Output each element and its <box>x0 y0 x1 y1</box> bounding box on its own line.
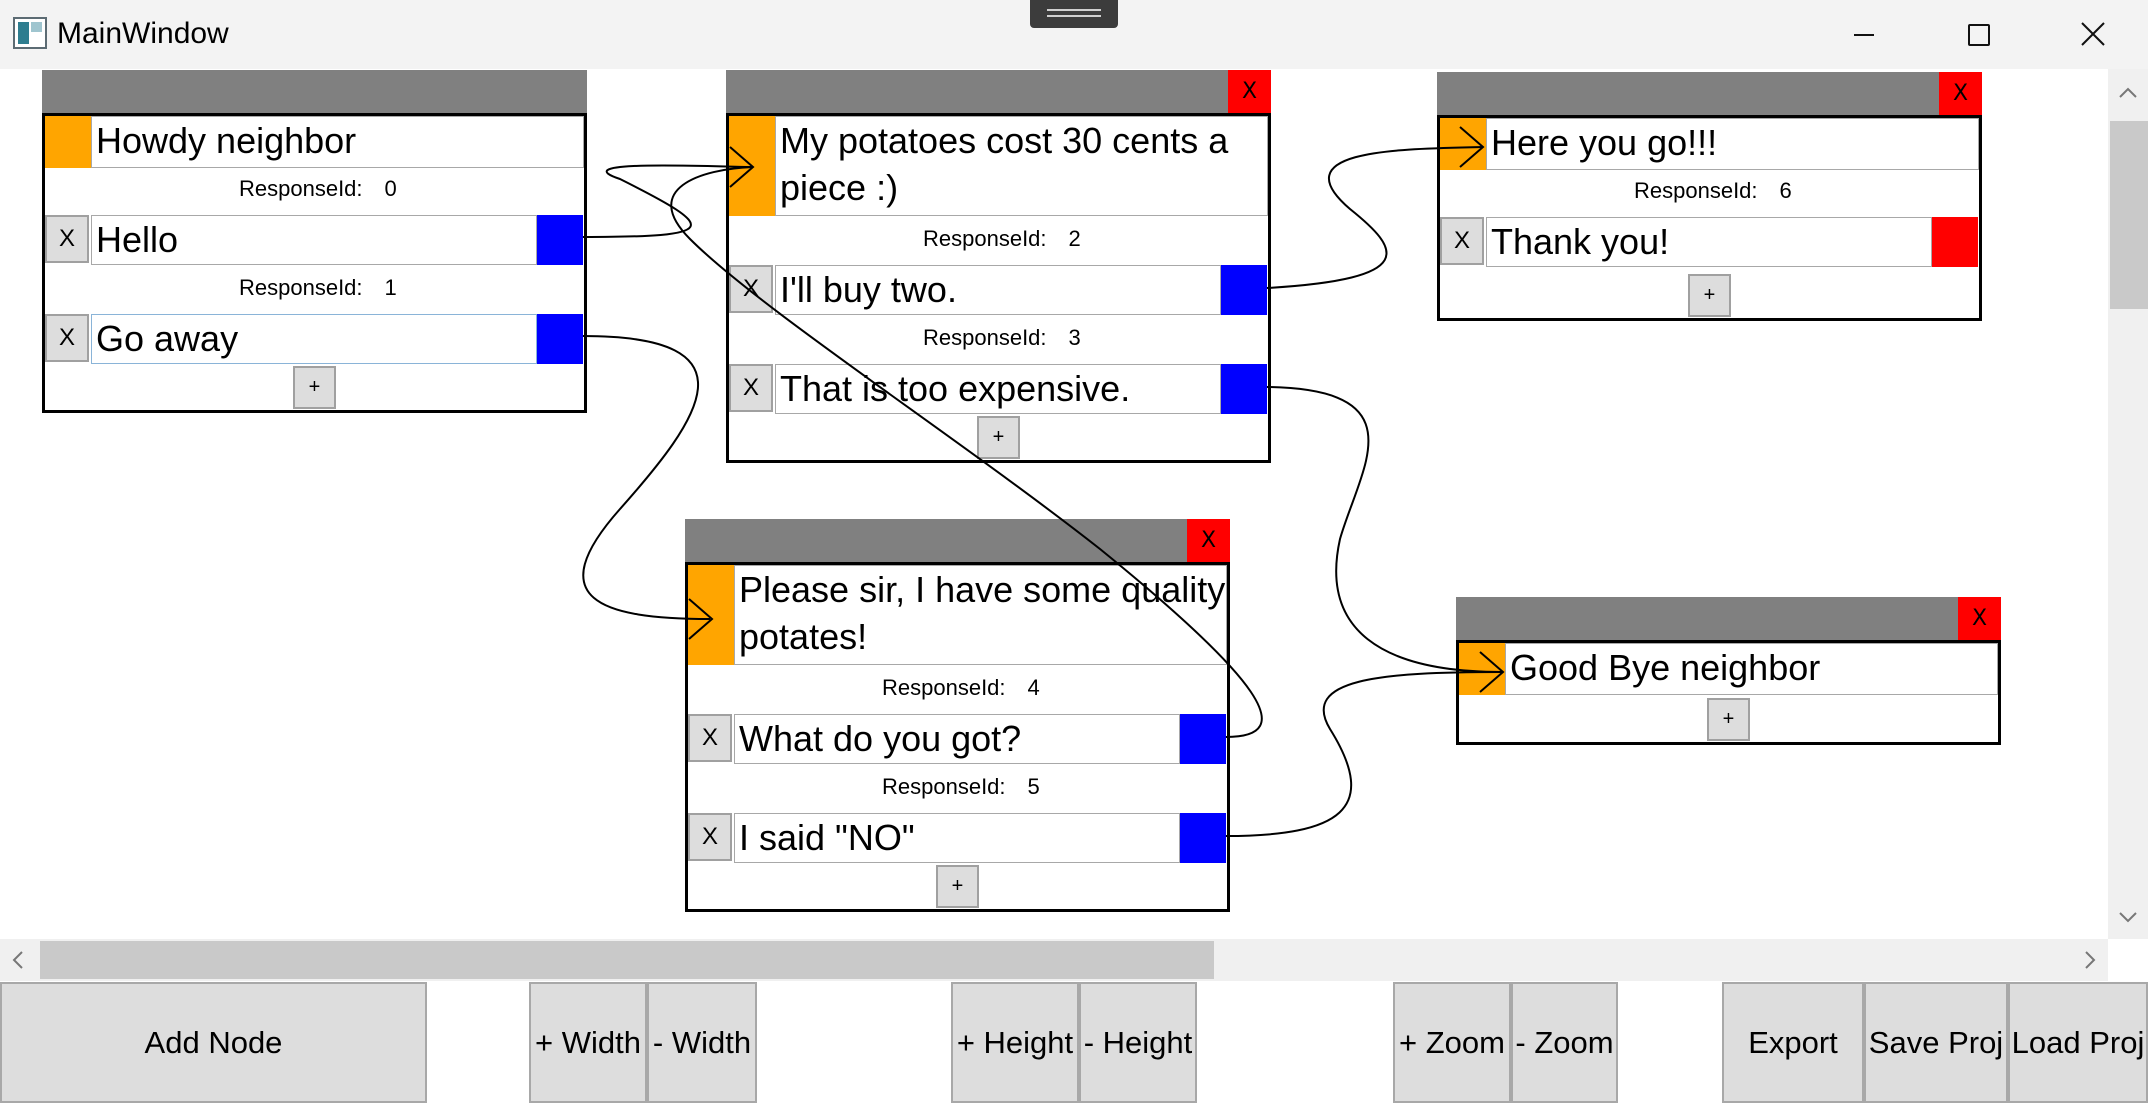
zoom-out-button[interactable]: - Zoom <box>1511 982 1618 1103</box>
prompt-text[interactable]: Good Bye neighbor <box>1505 643 1998 695</box>
decrease-height-button[interactable]: - Height <box>1079 982 1197 1103</box>
bottom-toolbar: Add Node + Width - Width + Height - Heig… <box>0 981 2148 1103</box>
add-node-button[interactable]: Add Node <box>0 982 427 1103</box>
minimize-icon <box>1854 34 1874 36</box>
node-header[interactable] <box>1456 597 2001 642</box>
horizontal-scrollbar[interactable] <box>0 939 2108 981</box>
response-id-label: ResponseId: 2 <box>923 226 1081 251</box>
delete-node-button[interactable]: X <box>1958 597 2001 640</box>
response-text[interactable]: Thank you! <box>1486 217 1932 267</box>
title-bar[interactable]: MainWindow <box>0 0 2148 70</box>
delete-node-button[interactable]: X <box>1187 519 1230 562</box>
maximize-icon <box>1968 24 1990 46</box>
save-project-button[interactable]: Save Proj <box>1864 982 2008 1103</box>
export-button[interactable]: Export <box>1722 982 1864 1103</box>
delete-response-button[interactable]: X <box>729 265 773 313</box>
scroll-right-icon[interactable] <box>2080 950 2100 970</box>
vertical-scrollbar[interactable] <box>2108 69 2148 939</box>
node-header[interactable] <box>726 70 1271 115</box>
dialogue-node[interactable]: X Here you go!!! ResponseId: 6 X Thank yo… <box>1437 72 1982 321</box>
add-response-button[interactable]: + <box>293 366 336 409</box>
input-port[interactable] <box>729 116 775 216</box>
zoom-in-button[interactable]: + Zoom <box>1393 982 1511 1103</box>
close-icon <box>2081 22 2105 46</box>
prompt-text[interactable]: Howdy neighbor <box>91 116 584 168</box>
output-port[interactable] <box>1180 714 1226 764</box>
delete-response-button[interactable]: X <box>1440 217 1484 265</box>
snap-layout-handle[interactable] <box>1030 0 1118 28</box>
maximize-button[interactable] <box>1928 0 2028 69</box>
dialogue-node[interactable]: X My potatoes cost 30 cents a piece :) R… <box>726 70 1271 463</box>
output-port[interactable] <box>1932 217 1978 267</box>
prompt-text[interactable]: Please sir, I have some quality potates! <box>734 565 1227 665</box>
node-header[interactable] <box>1437 72 1982 117</box>
increase-width-button[interactable]: + Width <box>529 982 647 1103</box>
minimize-button[interactable] <box>1810 0 1910 69</box>
vertical-scroll-thumb[interactable] <box>2110 121 2148 309</box>
input-port[interactable] <box>1459 643 1505 695</box>
response-text[interactable]: What do you got? <box>734 714 1180 764</box>
delete-response-button[interactable]: X <box>45 215 89 263</box>
response-id-label: ResponseId: 4 <box>882 675 1040 700</box>
input-port[interactable] <box>45 116 91 168</box>
horizontal-scroll-thumb[interactable] <box>40 941 1214 979</box>
close-window-button[interactable] <box>2043 0 2143 69</box>
prompt-text[interactable]: Here you go!!! <box>1486 118 1979 170</box>
window-title: MainWindow <box>57 17 229 50</box>
app-icon <box>13 17 47 49</box>
input-port[interactable] <box>1440 118 1486 170</box>
output-port[interactable] <box>1221 364 1267 414</box>
dialogue-node[interactable]: X Please sir, I have some quality potate… <box>685 519 1230 912</box>
scroll-down-icon[interactable] <box>2118 907 2138 927</box>
add-response-button[interactable]: + <box>977 416 1020 459</box>
output-port[interactable] <box>537 314 583 364</box>
scroll-up-icon[interactable] <box>2118 83 2138 103</box>
delete-node-button[interactable]: X <box>1939 72 1982 115</box>
response-text[interactable]: That is too expensive. <box>775 364 1221 414</box>
scroll-left-icon[interactable] <box>8 950 28 970</box>
dialogue-node[interactable]: Howdy neighbor ResponseId: 0 X Hello Resp… <box>42 70 587 413</box>
response-text[interactable]: Go away <box>91 314 537 364</box>
delete-response-button[interactable]: X <box>45 314 89 362</box>
output-port[interactable] <box>1221 265 1267 315</box>
delete-node-button[interactable]: X <box>1228 70 1271 113</box>
node-header[interactable] <box>42 70 587 115</box>
response-id-label: ResponseId: 6 <box>1634 178 1792 203</box>
add-response-button[interactable]: + <box>1688 274 1731 317</box>
node-canvas[interactable]: Howdy neighbor ResponseId: 0 X Hello Resp… <box>0 69 2108 939</box>
response-text[interactable]: Hello <box>91 215 537 265</box>
output-port[interactable] <box>1180 813 1226 863</box>
response-id-label: ResponseId: 3 <box>923 325 1081 350</box>
delete-response-button[interactable]: X <box>688 813 732 861</box>
prompt-text[interactable]: My potatoes cost 30 cents a piece :) <box>775 116 1268 216</box>
dialogue-node[interactable]: X Good Bye neighbor + <box>1456 597 2001 745</box>
delete-response-button[interactable]: X <box>688 714 732 762</box>
response-text[interactable]: I said "NO" <box>734 813 1180 863</box>
increase-height-button[interactable]: + Height <box>951 982 1079 1103</box>
response-text[interactable]: I'll buy two. <box>775 265 1221 315</box>
response-id-label: ResponseId: 0 <box>239 176 397 201</box>
response-id-label: ResponseId: 1 <box>239 275 397 300</box>
input-port[interactable] <box>688 565 734 665</box>
delete-response-button[interactable]: X <box>729 364 773 412</box>
add-response-button[interactable]: + <box>1707 698 1750 741</box>
node-header[interactable] <box>685 519 1230 564</box>
load-project-button[interactable]: Load Proj <box>2008 982 2148 1103</box>
response-id-label: ResponseId: 5 <box>882 774 1040 799</box>
add-response-button[interactable]: + <box>936 865 979 908</box>
decrease-width-button[interactable]: - Width <box>647 982 757 1103</box>
output-port[interactable] <box>537 215 583 265</box>
